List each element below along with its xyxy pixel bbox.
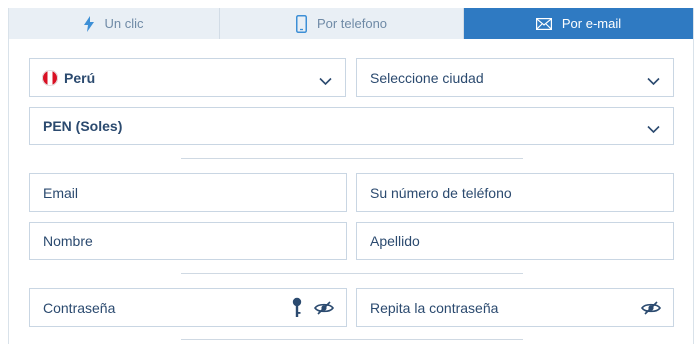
email-placeholder: Email (43, 184, 79, 201)
eye-hidden-icon[interactable] (314, 300, 334, 315)
divider (181, 158, 523, 159)
tab-one-click[interactable]: Un clic (9, 8, 220, 39)
chevron-down-icon (647, 121, 660, 137)
country-select[interactable]: Perú (29, 58, 346, 97)
eye-hidden-icon[interactable] (641, 300, 661, 315)
first-name-placeholder: Nombre (43, 233, 93, 249)
repeat-password-placeholder: Repita la contraseña (370, 299, 499, 316)
tab-by-email-label: Por e-mail (561, 16, 622, 31)
currency-value: PEN (Soles) (43, 118, 123, 134)
divider (181, 339, 523, 340)
tab-one-click-label: Un clic (104, 16, 144, 31)
tab-by-phone[interactable]: Por telefono (220, 8, 464, 39)
currency-select[interactable]: PEN (Soles) (29, 107, 674, 145)
chevron-down-icon (319, 73, 332, 89)
phone-field[interactable]: Su número de teléfono (356, 173, 674, 212)
tab-by-phone-label: Por telefono (316, 16, 388, 31)
registration-tabs: Un clic Por telefono Por e-mail (9, 8, 693, 39)
city-placeholder: Seleccione ciudad (370, 69, 484, 86)
password-field[interactable]: Contraseña (29, 288, 347, 327)
tab-by-email[interactable]: Por e-mail (464, 8, 693, 39)
peru-flag-icon (42, 69, 58, 86)
city-select[interactable]: Seleccione ciudad (356, 58, 674, 97)
password-placeholder: Contraseña (43, 299, 116, 316)
repeat-password-field-actions (641, 300, 661, 315)
phone-icon (295, 14, 307, 33)
chevron-down-icon (647, 73, 660, 89)
repeat-password-field[interactable]: Repita la contraseña (356, 288, 674, 327)
divider (181, 273, 523, 274)
registration-form: Un clic Por telefono Por e-mail Perú Sel… (8, 8, 694, 344)
last-name-field[interactable]: Apellido (356, 222, 674, 260)
envelope-icon (535, 17, 552, 30)
first-name-field[interactable]: Nombre (29, 222, 347, 260)
email-field[interactable]: Email (29, 173, 347, 212)
country-value: Perú (64, 69, 96, 86)
phone-placeholder: Su número de teléfono (370, 184, 512, 201)
lightning-icon (84, 15, 95, 32)
last-name-placeholder: Apellido (370, 233, 420, 249)
key-icon[interactable] (292, 297, 302, 319)
password-field-actions (292, 297, 334, 319)
